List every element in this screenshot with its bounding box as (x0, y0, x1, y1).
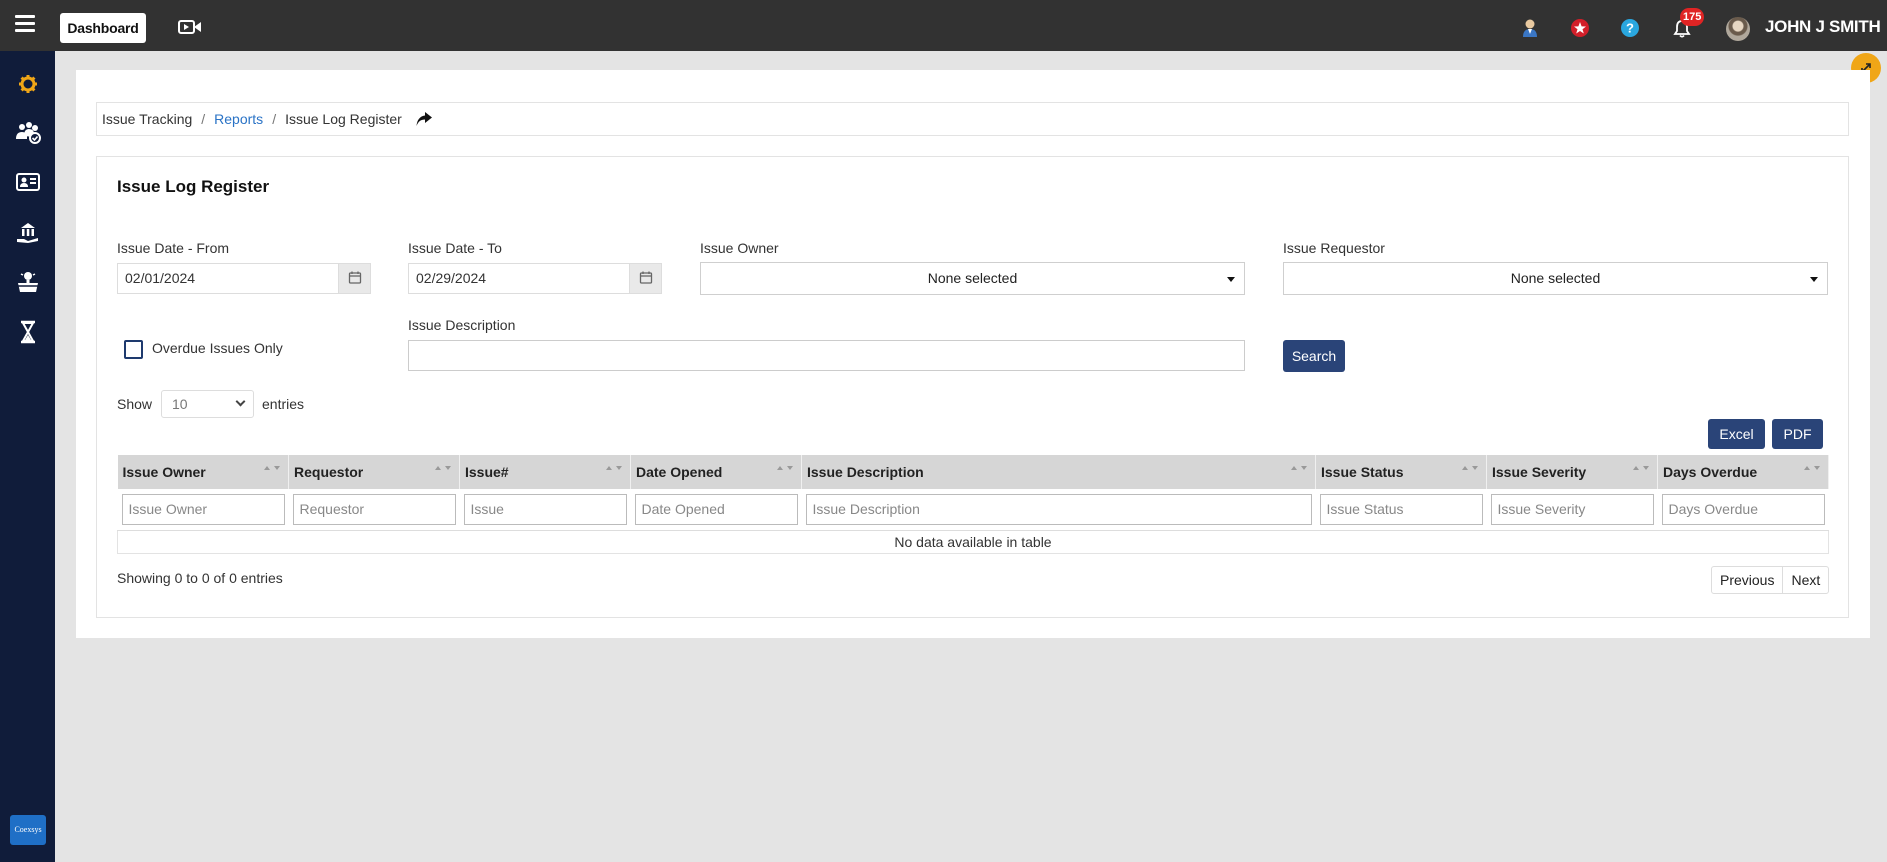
issue-owner-label: Issue Owner (700, 240, 779, 256)
filter-days-overdue[interactable] (1661, 493, 1825, 525)
issue-description-label: Issue Description (408, 317, 516, 333)
avatar[interactable] (1726, 17, 1750, 41)
column-header-label: Issue Description (807, 464, 924, 480)
caret-down-icon (1810, 277, 1818, 282)
sort-icon (606, 466, 622, 474)
filter-issue-severity[interactable] (1490, 493, 1654, 525)
menu-icon[interactable] (15, 15, 35, 33)
column-header-issue-severity[interactable]: Issue Severity (1486, 455, 1658, 489)
sort-icon (1291, 466, 1307, 474)
issue-requestor-select[interactable]: None selected (1283, 262, 1828, 295)
id-card-icon[interactable] (14, 169, 42, 195)
user-profile-icon[interactable] (1520, 18, 1540, 38)
breadcrumb-separator: / (272, 111, 277, 127)
chevron-down-icon (235, 396, 246, 407)
date-to-label: Issue Date - To (408, 240, 502, 256)
overdue-label[interactable]: Overdue Issues Only (152, 340, 283, 356)
page-length-select[interactable]: 10 (161, 390, 254, 418)
building-hand-icon[interactable] (14, 219, 42, 245)
page-title: Issue Log Register (117, 177, 270, 196)
company-logo: Coexsys (10, 815, 46, 845)
column-header-label: Issue Owner (122, 464, 206, 480)
issue-requestor-value: None selected (1510, 270, 1601, 286)
issue-owner-value: None selected (927, 270, 1018, 286)
sidebar: Coexsys (0, 51, 55, 862)
filter-issue-description[interactable] (805, 493, 1312, 525)
pdf-export-button[interactable]: PDF (1772, 419, 1823, 449)
date-from-label: Issue Date - From (117, 240, 230, 256)
dashboard-button[interactable]: Dashboard (60, 13, 146, 43)
share-icon[interactable] (415, 111, 433, 127)
date-to-input[interactable]: 02/29/2024 (408, 263, 630, 294)
svg-text:?: ? (1626, 21, 1634, 36)
show-label: Show (117, 396, 153, 412)
excel-export-button[interactable]: Excel (1708, 419, 1765, 449)
date-from-calendar-button[interactable] (339, 263, 371, 294)
search-button[interactable]: Search (1283, 340, 1345, 372)
previous-page-button[interactable]: Previous (1712, 567, 1782, 593)
video-icon[interactable] (178, 19, 202, 35)
sort-icon (435, 466, 451, 474)
issue-requestor-label: Issue Requestor (1283, 240, 1385, 256)
column-header-issue-description[interactable]: Issue Description (801, 455, 1316, 489)
column-header-issue-status[interactable]: Issue Status (1315, 455, 1487, 489)
users-icon[interactable] (14, 119, 42, 145)
column-header-issue-number[interactable]: Issue# (459, 455, 631, 489)
ideas-box-icon[interactable] (14, 269, 42, 295)
date-to-calendar-button[interactable] (630, 263, 662, 294)
caret-down-icon (1227, 277, 1235, 282)
next-page-button[interactable]: Next (1782, 567, 1828, 593)
issues-table: Issue Owner Requestor Issue# Date Opened… (117, 455, 1829, 554)
top-bar: Dashboard ? 175 JOHN J SMITH (0, 0, 1887, 51)
column-header-label: Issue Status (1321, 464, 1404, 480)
column-header-requestor[interactable]: Requestor (288, 455, 460, 489)
sort-icon (777, 466, 793, 474)
user-name[interactable]: JOHN J SMITH (1765, 17, 1881, 37)
table-info: Showing 0 to 0 of 0 entries (117, 570, 283, 586)
table-row: No data available in table (117, 529, 1829, 554)
sort-icon (1633, 466, 1649, 474)
filter-date-opened[interactable] (634, 493, 798, 525)
empty-table-message: No data available in table (117, 529, 1829, 554)
column-header-issue-owner[interactable]: Issue Owner (117, 455, 289, 489)
filter-issue-owner[interactable] (121, 493, 285, 525)
breadcrumb-separator: / (201, 111, 206, 127)
table-header-row: Issue Owner Requestor Issue# Date Opened… (117, 455, 1829, 489)
issue-description-input[interactable] (408, 340, 1245, 371)
breadcrumb: Issue Tracking / Reports / Issue Log Registe… (96, 102, 1849, 136)
calendar-icon (348, 271, 362, 284)
settings-icon[interactable] (14, 71, 42, 97)
hourglass-icon[interactable] (14, 319, 42, 345)
notification-badge: 175 (1680, 8, 1705, 26)
column-header-date-opened[interactable]: Date Opened (630, 455, 802, 489)
issue-owner-select[interactable]: None selected (700, 262, 1245, 295)
column-header-label: Issue Severity (1492, 464, 1587, 480)
entries-label: entries (262, 396, 305, 412)
sort-icon (1804, 466, 1820, 474)
favorites-icon[interactable] (1570, 18, 1590, 38)
calendar-icon (639, 271, 653, 284)
pagination: Previous Next (1711, 566, 1830, 594)
filter-issue-status[interactable] (1319, 493, 1483, 525)
sort-icon (264, 466, 280, 474)
page-length-value: 10 (172, 396, 188, 412)
breadcrumb-current: Issue Log Register (285, 111, 402, 127)
column-header-label: Issue# (465, 464, 509, 480)
breadcrumb-issue-tracking[interactable]: Issue Tracking (102, 111, 192, 127)
breadcrumb-reports-link[interactable]: Reports (214, 111, 263, 127)
filter-requestor[interactable] (292, 493, 456, 525)
sort-icon (1462, 466, 1478, 474)
help-icon[interactable]: ? (1620, 18, 1640, 38)
column-header-label: Date Opened (636, 464, 723, 480)
column-header-label: Days Overdue (1663, 464, 1758, 480)
column-header-label: Requestor (294, 464, 364, 480)
column-header-days-overdue[interactable]: Days Overdue (1657, 455, 1829, 489)
filter-row (117, 489, 1829, 531)
filter-issue-number[interactable] (463, 493, 627, 525)
overdue-checkbox[interactable] (124, 340, 143, 359)
date-from-input[interactable]: 02/01/2024 (117, 263, 339, 294)
